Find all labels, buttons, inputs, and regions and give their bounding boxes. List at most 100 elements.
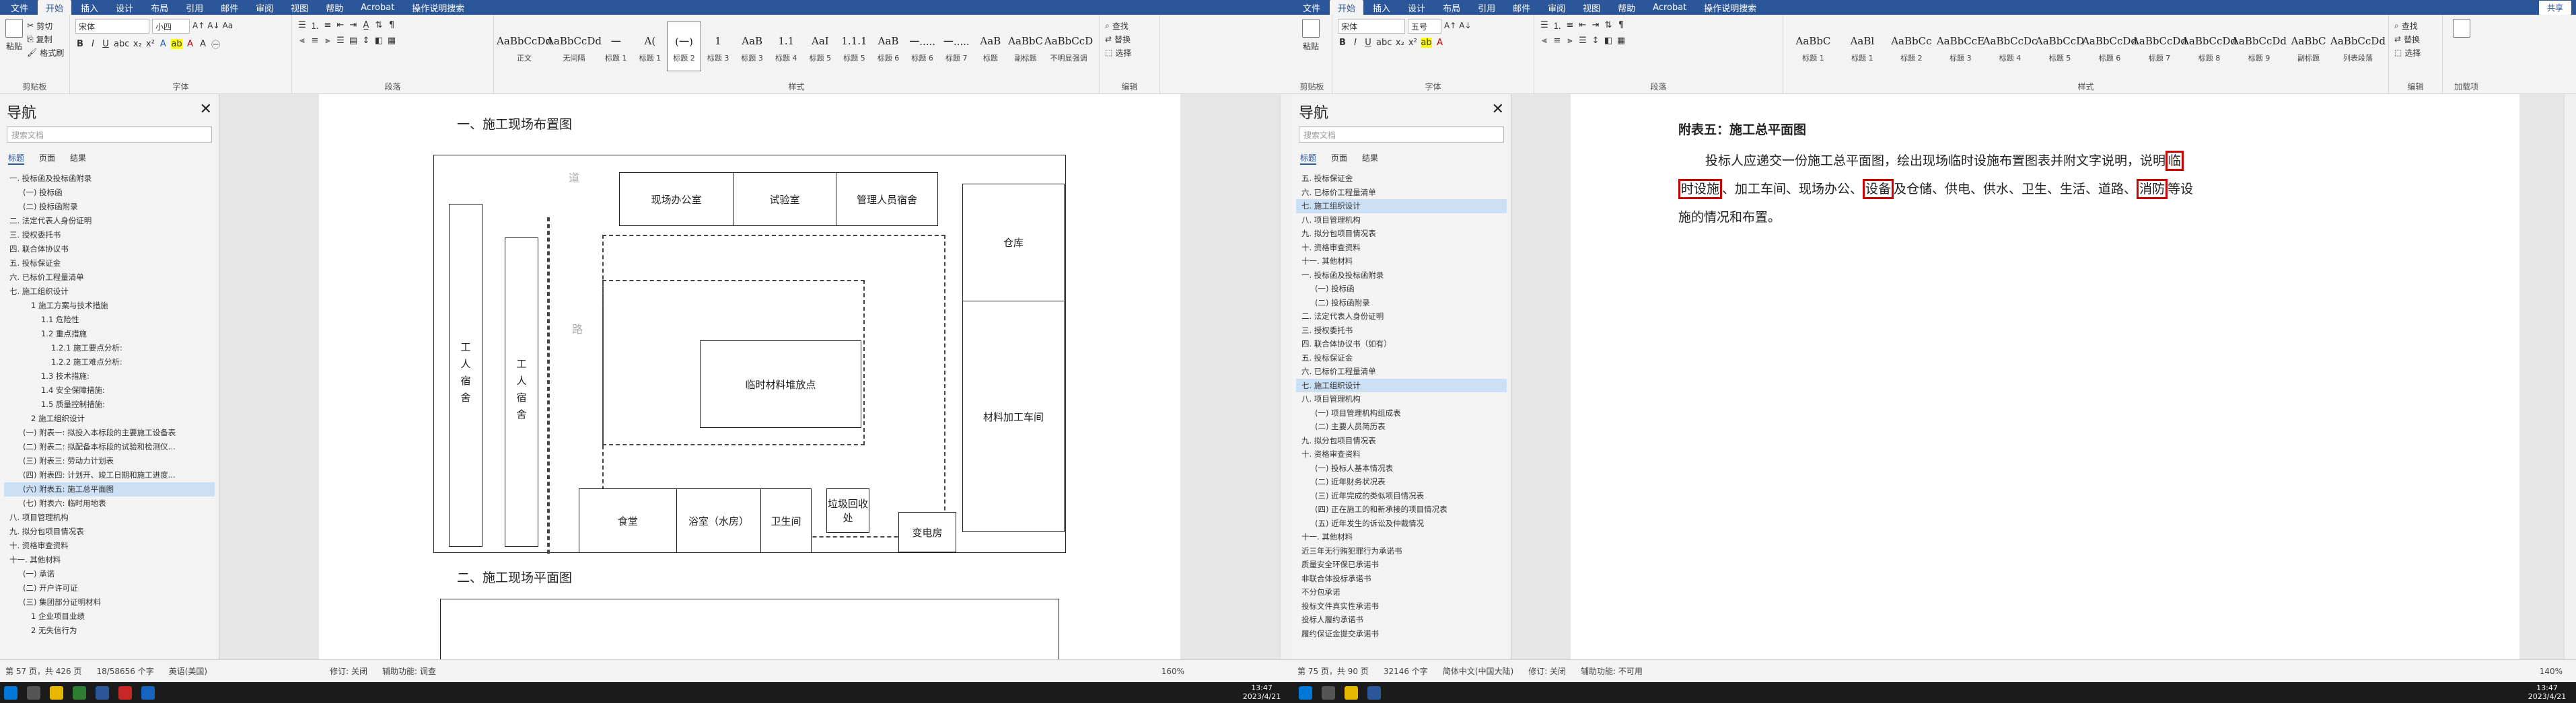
borders-icon[interactable]: ▦ [387,36,396,46]
tab-mailings[interactable]: 邮件 [213,0,246,15]
style-1[interactable]: AaBl 标题 1 [1838,22,1887,71]
nav-tab-headings[interactable]: 标题 [1300,152,1317,165]
tab-review[interactable]: 审阅 [1540,0,1573,15]
nav-tab-results[interactable]: 结果 [70,152,86,165]
word-count[interactable]: 32146 个字 [1384,665,1428,677]
paste-button[interactable]: 粘贴 [5,19,23,59]
cut-button[interactable]: ✂ 剪切 [27,19,64,32]
style-11[interactable]: AaBbCcDd 列表段落 [2330,22,2386,71]
style-14[interactable]: AaBbC 副标题 [1007,22,1044,71]
style-15[interactable]: AaBbCcD 不明显强调 [1044,22,1094,71]
text-effects-icon[interactable]: A [158,39,168,49]
italic-icon[interactable]: I [1351,38,1360,48]
vertical-scrollbar[interactable] [2564,94,2576,659]
style-1[interactable]: AaBbCcDd 无间隔 [546,22,602,71]
pdf-icon[interactable] [118,686,132,700]
tree-item[interactable]: (二) 投标函附录 [1296,296,1507,310]
copy-button[interactable]: ⎘ 复制 [27,32,64,46]
close-icon[interactable]: ✕ [200,101,212,122]
align-right-icon[interactable]: ⫸ [1565,36,1575,46]
tab-design[interactable]: 设计 [108,0,141,15]
windows-start-icon-2[interactable] [1299,686,1312,700]
nav-search-input[interactable]: 搜索文档 [7,126,212,143]
search-icon-2[interactable] [1322,686,1335,700]
multilevel-list-icon[interactable]: ≡ [323,20,332,30]
tree-item[interactable]: 履约保证金提交承诺书 [1296,627,1507,641]
tree-item[interactable]: 八. 项目管理机构 [4,511,215,525]
highlight-icon[interactable]: ab [171,39,182,49]
bold-icon[interactable]: B [75,39,85,49]
nav-tab-headings[interactable]: 标题 [8,152,25,165]
font-color-icon[interactable]: A [186,39,195,49]
change-case-icon[interactable]: Aa [223,19,234,32]
tree-item[interactable]: (一) 附表一: 拟投入本标段的主要施工设备表 [4,426,215,440]
tab-help[interactable]: 帮助 [1610,0,1643,15]
char-shading-icon[interactable]: A [199,39,208,49]
tree-item[interactable]: 七. 施工组织设计 [1296,199,1507,213]
tree-item[interactable]: 1.5 质量控制措施: [4,398,215,412]
tree-item[interactable]: 1.3 技术措施: [4,369,215,383]
underline-icon[interactable]: U [1363,38,1373,48]
style-2[interactable]: AaBbCc 标题 2 [1887,22,1936,71]
addins-button[interactable] [2448,19,2475,38]
tree-item[interactable]: 五. 投标保证金 [1296,351,1507,365]
tree-item[interactable]: 七. 施工组织设计 [4,285,215,299]
track-changes-status[interactable]: 修订: 关闭 [1528,665,1566,677]
tab-layout[interactable]: 布局 [1435,0,1468,15]
page-count[interactable]: 第 57 页，共 426 页 [5,665,81,677]
italic-icon[interactable]: I [88,39,98,49]
tree-item[interactable]: 八. 项目管理机构 [1296,213,1507,227]
style-0[interactable]: AaBbCcDd 正文 [497,22,552,71]
tree-item[interactable]: 1 施工方案与技术措施 [4,299,215,313]
tab-acrobat[interactable]: Acrobat [353,1,402,14]
style-7[interactable]: 1.1 标题 4 [769,22,803,71]
line-spacing-icon[interactable]: ↕ [1591,36,1600,46]
tree-item[interactable]: (六) 附表五: 施工总平面图 [4,482,215,496]
increase-indent-icon[interactable]: ⇥ [1591,20,1600,30]
style-7[interactable]: AaBbCcDd 标题 7 [2132,22,2187,71]
find-button[interactable]: ⌕ 查找 [1105,19,1154,32]
tab-file[interactable]: 文件 [1295,0,1328,15]
tree-item[interactable]: 二. 法定代表人身份证明 [1296,309,1507,324]
replace-button[interactable]: ⇄ 替换 [1105,32,1154,46]
search-icon[interactable] [27,686,40,700]
style-6[interactable]: AaB 标题 3 [735,22,769,71]
underline-icon[interactable]: U [101,39,110,49]
nav-tab-pages[interactable]: 页面 [39,152,55,165]
tree-item[interactable]: 四. 联合体协议书（如有） [1296,337,1507,351]
tree-item[interactable]: 1.2.2 施工难点分析: [4,355,215,369]
tree-item[interactable]: (二) 投标函附录 [4,200,215,214]
tree-item[interactable]: (一) 项目管理机构组成表 [1296,406,1507,420]
tab-layout[interactable]: 布局 [143,0,176,15]
tree-item[interactable]: 十. 资格审查资料 [4,539,215,553]
tree-item[interactable]: 十一. 其他材料 [4,553,215,567]
highlight-icon[interactable]: ab [1421,38,1432,48]
numbering-icon[interactable]: ⒈ [1552,19,1562,32]
tree-item[interactable]: (三) 附表三: 劳动力计划表 [4,454,215,468]
tree-item[interactable]: (一) 承诺 [4,567,215,581]
font-color-icon[interactable]: A [1435,38,1445,48]
select-button[interactable]: ⬚ 选择 [2394,46,2437,59]
tree-item[interactable]: 2 无失信行为 [4,624,215,638]
language[interactable]: 英语(美国) [169,665,207,677]
tree-item[interactable]: 1.4 安全保障措施: [4,383,215,398]
tab-home[interactable]: 开始 [1330,0,1364,15]
paste-button[interactable]: 粘贴 [1297,19,1324,52]
tree-item[interactable]: 六. 已标价工程量清单 [1296,365,1507,379]
style-0[interactable]: AaBbC 标题 1 [1789,22,1838,71]
zoom-level[interactable]: 160% [1161,667,1184,676]
style-6[interactable]: AaBbCcDd 标题 6 [2082,22,2137,71]
page-count[interactable]: 第 75 页，共 90 页 [1297,665,1369,677]
find-button[interactable]: ⌕ 查找 [2394,19,2437,32]
tree-item[interactable]: (一) 投标人基本情况表 [1296,461,1507,476]
enclose-char-icon[interactable]: ㊀ [211,38,221,50]
tree-item[interactable]: (四) 正在施工的和新承接的项目情况表 [1296,503,1507,517]
tab-acrobat[interactable]: Acrobat [1645,1,1694,14]
tree-item[interactable]: 一. 投标函及投标函附录 [1296,268,1507,283]
tree-item[interactable]: 四. 联合体协议书 [4,242,215,256]
increase-indent-icon[interactable]: ⇥ [349,20,358,30]
shading-icon[interactable]: ◧ [1604,36,1613,46]
subscript-icon[interactable]: x₂ [133,39,142,49]
bullets-icon[interactable]: ☰ [1540,20,1549,30]
tab-insert[interactable]: 插入 [1365,0,1398,15]
